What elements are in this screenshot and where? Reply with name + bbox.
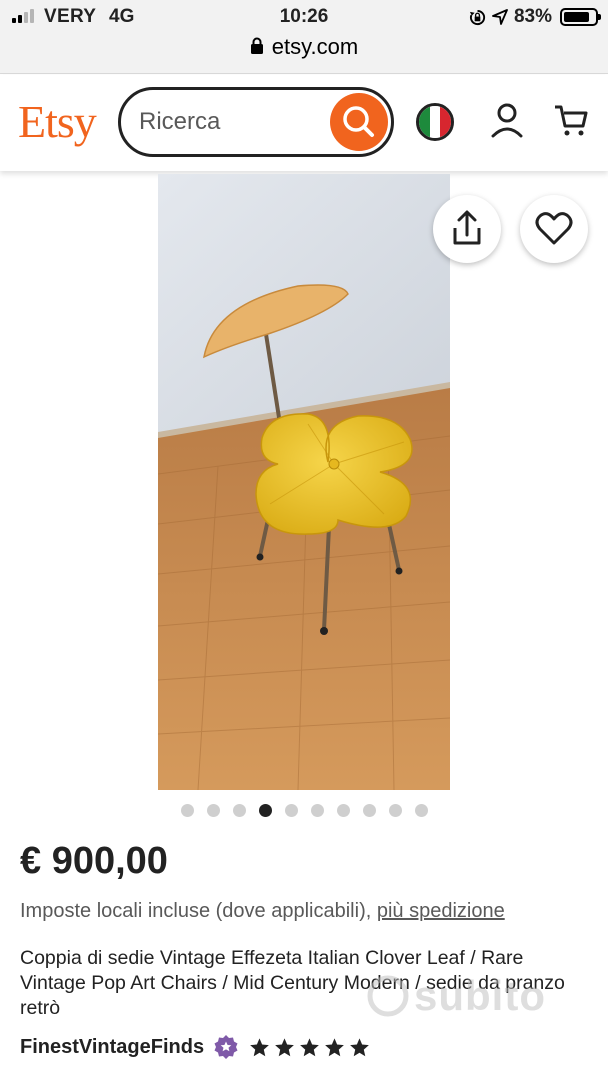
gallery-dot[interactable] <box>206 804 220 817</box>
gallery-dot[interactable] <box>388 804 402 817</box>
favorite-button[interactable] <box>520 195 588 263</box>
seller-name[interactable]: FinestVintageFinds <box>20 1036 204 1059</box>
star-icon <box>350 1037 369 1056</box>
tax-note-text: Imposte locali incluse (dove applicabili… <box>20 900 377 922</box>
star-seller-badge-icon <box>214 1035 238 1059</box>
gallery-dot[interactable] <box>310 804 324 817</box>
gallery-pagination <box>0 804 608 818</box>
cart-icon[interactable] <box>553 102 589 138</box>
share-icon <box>453 210 481 245</box>
star-icon <box>325 1037 344 1056</box>
rotation-lock-icon <box>469 9 486 25</box>
padlock-icon <box>250 37 263 54</box>
watermark-logo: subito <box>366 966 566 1038</box>
svg-text:subito: subito <box>414 972 546 1019</box>
etsy-logo[interactable]: Etsy <box>18 95 97 148</box>
rating-stars <box>249 1037 370 1058</box>
shipping-link[interactable]: più spedizione <box>377 900 505 922</box>
tax-note: Imposte locali incluse (dove applicabili… <box>20 900 505 923</box>
gallery-dot[interactable] <box>284 804 298 817</box>
product-gallery <box>0 171 608 791</box>
site-header: Etsy <box>0 75 608 171</box>
account-icon[interactable] <box>490 102 524 138</box>
gallery-dot[interactable] <box>258 804 272 817</box>
star-icon <box>275 1037 294 1056</box>
battery-percentage: 83% <box>513 6 552 27</box>
watermark-icon: subito <box>367 972 546 1019</box>
share-button[interactable] <box>433 195 501 263</box>
location-arrow-icon <box>492 9 508 25</box>
search-bar <box>118 87 394 157</box>
battery-icon <box>560 8 601 26</box>
italy-flag-icon[interactable] <box>416 103 454 141</box>
status-bar: VERY 4G 10:26 83% <box>0 0 608 32</box>
gallery-dot[interactable] <box>362 804 376 817</box>
gallery-dot[interactable] <box>180 804 194 817</box>
star-icon <box>300 1037 319 1056</box>
search-button[interactable] <box>330 93 388 151</box>
product-price: € 900,00 <box>20 840 168 882</box>
heart-icon <box>535 212 573 245</box>
search-icon <box>343 106 374 137</box>
product-photo[interactable] <box>158 174 450 790</box>
star-icon <box>250 1037 269 1056</box>
browser-chrome: VERY 4G 10:26 83% etsy.com <box>0 0 608 74</box>
url-domain: etsy.com <box>271 34 359 59</box>
address-bar[interactable]: etsy.com <box>0 34 608 60</box>
seller-row: FinestVintageFinds <box>20 1032 370 1062</box>
gallery-dot[interactable] <box>232 804 246 817</box>
gallery-dot[interactable] <box>336 804 350 817</box>
chair-photo-image <box>158 174 450 790</box>
search-input[interactable] <box>139 107 319 137</box>
battery-fill <box>564 12 589 22</box>
gallery-dot[interactable] <box>414 804 428 817</box>
